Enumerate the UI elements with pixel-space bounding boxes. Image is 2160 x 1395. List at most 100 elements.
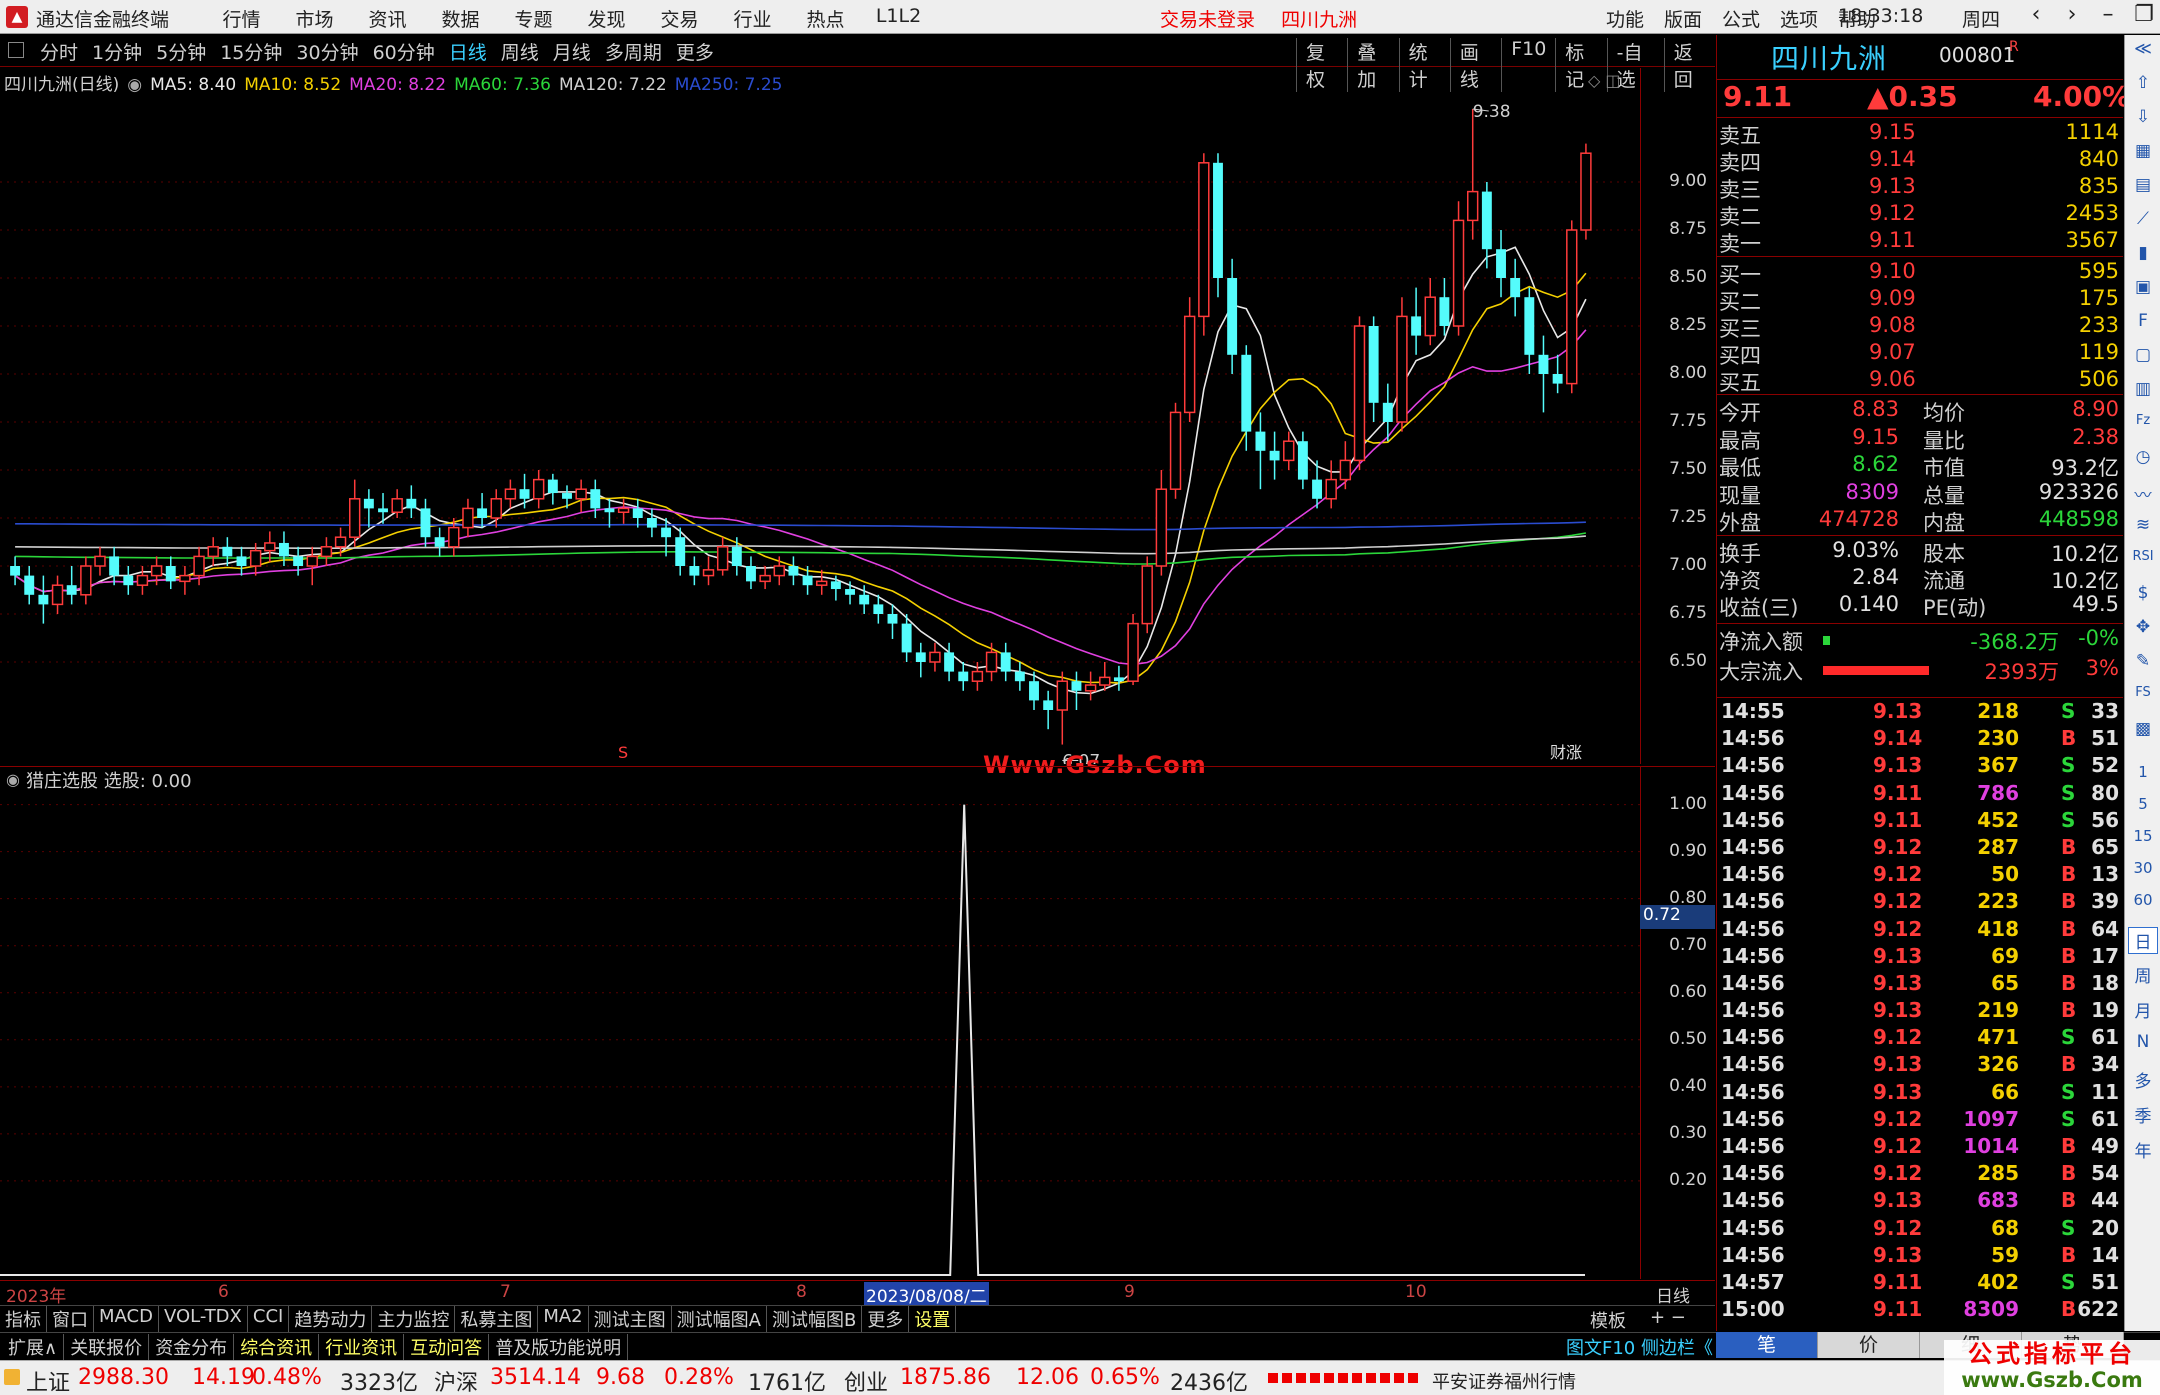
indicator-panel[interactable]: ◉ 猎庄选股 选股: 0.00 1.00 0.90 0.80 0.70 0.60 0.50… [0,766,1715,1279]
forward-icon[interactable]: › [2054,2,2090,27]
order-level[interactable]: 买二 9.09 175 [1717,286,2123,314]
period-tab[interactable]: 月线 [553,38,591,65]
rsi-icon[interactable]: RSI [2128,549,2158,564]
period-tab[interactable]: 30分钟 [296,38,358,65]
extension-item[interactable]: 资金分布 [149,1334,235,1360]
index-name[interactable]: 沪深 [434,1365,478,1395]
extension-item[interactable]: 互动问答 [404,1334,490,1360]
quote-bottom-tab[interactable]: 笔 [1716,1332,1818,1358]
minute-period-button[interactable]: 30 [2128,859,2158,877]
collapse-arrow-icon[interactable]: ≪ [2128,39,2158,59]
period-tab[interactable]: 更多 [676,38,714,65]
dollar-icon[interactable]: $ [2128,583,2158,603]
report-icon[interactable]: ▣ [2128,277,2158,297]
chart2-icon[interactable]: ▩ [2128,719,2158,739]
zoom-buttons[interactable]: + − [1650,1307,1686,1328]
quote-bottom-tab[interactable]: 价 [1818,1332,1920,1358]
period-shortcut-button[interactable]: 周 [2128,962,2158,987]
period-shortcut-button[interactable]: 月 [2128,997,2158,1022]
menu-item[interactable]: 专题 [497,5,570,32]
period-tab[interactable]: 分时 [40,38,78,65]
indicator-toggle-icon[interactable]: ◉ [6,770,20,789]
table-icon[interactable]: ▦ [2128,141,2158,161]
news-icon[interactable]: ▢ [2128,345,2158,365]
f10-sidebar-toggle[interactable]: 图文F10 侧边栏《 [1566,1334,1713,1360]
order-level[interactable]: 买四 9.07 119 [1717,340,2123,368]
indicator-tab[interactable]: 主力监控 [372,1305,456,1332]
index-name[interactable]: 上证 [26,1365,70,1395]
indicator-tab[interactable]: CCI [248,1305,290,1332]
order-level[interactable]: 卖二 9.12 2453 [1717,201,2123,229]
extension-item[interactable]: 关联报价 [64,1334,150,1360]
menu-item[interactable]: L1L2 [862,5,935,32]
minute-period-button[interactable]: 60 [2128,891,2158,909]
menu-item[interactable]: 发现 [570,5,643,32]
period-tab[interactable]: 60分钟 [373,38,435,65]
wave-icon[interactable]: ≋ [2128,515,2158,535]
period-shortcut-button[interactable]: 年 [2128,1137,2158,1162]
kline-panel[interactable]: 9.38 6.07 S 财涨 ◇ ◫ 四川九洲(日线) ◉ MA5: 8.40 MA10: 8… [0,68,1715,779]
kline-chart[interactable]: 9.386.07S 财涨◇ ◫ [0,68,1640,764]
order-level[interactable]: 卖五 9.15 1114 [1717,120,2123,148]
system-menu-item[interactable]: 版面 [1654,5,1712,32]
index-name[interactable]: 创业 [844,1365,888,1395]
extension-item[interactable]: 行业资讯 [319,1334,405,1360]
indicator-tab[interactable]: 测试幅图A [672,1305,767,1332]
signal-icon[interactable]: 〰 [2128,481,2158,506]
restore-icon[interactable]: ❐ [2126,2,2160,27]
down-arrow-icon[interactable]: ⇩ [2128,107,2158,127]
indicator-tab[interactable]: 测试幅图B [767,1305,863,1332]
indicator-chart[interactable]: ◉ [0,767,1640,1279]
extension-item[interactable]: 扩展∧ [2,1334,65,1360]
period-tab[interactable]: 15分钟 [220,38,282,65]
fs-icon[interactable]: FS [2128,685,2158,700]
extension-item[interactable]: 普及版功能说明 [489,1334,629,1360]
line-chart-icon[interactable]: ⟋ [2128,209,2158,229]
period-shortcut-button[interactable]: 季 [2128,1102,2158,1127]
news-marker[interactable]: 财涨 [1550,743,1582,762]
system-menu-item[interactable]: 选项 [1770,5,1828,32]
menu-item[interactable]: 行业 [716,5,789,32]
period-tab[interactable]: 5分钟 [156,38,206,65]
period-tab[interactable]: 日线 [449,38,487,65]
legend-toggle-icon[interactable]: ◉ [127,75,142,95]
grid-icon[interactable]: ▤ [2128,175,2158,195]
panel-options-icon[interactable]: ◇ ◫ [1588,71,1621,90]
indicator-tab[interactable]: 窗口 [47,1305,94,1332]
order-level[interactable]: 买五 9.06 506 [1717,367,2123,395]
login-status[interactable]: 交易未登录 [1160,9,1255,31]
system-menu-item[interactable]: 功能 [1596,5,1654,32]
move-icon[interactable]: ✥ [2128,617,2158,637]
f10-icon[interactable]: F [2128,311,2158,331]
indicator-tab[interactable]: MA2 [538,1305,589,1332]
menu-item[interactable]: 热点 [789,5,862,32]
period-tab[interactable]: 多周期 [605,38,662,65]
up-arrow-icon[interactable]: ⇧ [2128,73,2158,93]
system-menu-item[interactable]: 公式 [1712,5,1770,32]
indicator-tab[interactable]: 设置 [909,1305,957,1332]
order-level[interactable]: 卖四 9.14 840 [1717,147,2123,175]
period-shortcut-button[interactable]: 多 [2128,1067,2158,1092]
indicator-tab[interactable]: 测试主图 [589,1305,672,1332]
menu-item[interactable]: 资讯 [351,5,424,32]
minimize-icon[interactable]: – [2090,2,2126,27]
layout-toggle-icon[interactable] [8,42,24,58]
fz-icon[interactable]: Fz [2128,413,2158,428]
order-level[interactable]: 卖三 9.13 835 [1717,174,2123,202]
period-shortcut-button[interactable]: 日 [2128,927,2158,954]
back-icon[interactable]: ‹ [2018,2,2054,27]
extension-item[interactable]: 综合资讯 [234,1334,320,1360]
tick-list[interactable]: 14:55 9.13 218 S 33 14:56 9.14 230 B 51 14:56 9.13 3… [1717,699,2123,1324]
order-level[interactable]: 买三 9.08 233 [1717,313,2123,341]
order-level[interactable]: 买一 9.10 595 [1717,259,2123,287]
menu-item[interactable]: 市场 [278,5,351,32]
period-shortcut-button[interactable]: N [2128,1032,2158,1052]
indicator-tab[interactable]: MACD [94,1305,159,1332]
period-tab[interactable]: 1分钟 [92,38,142,65]
indicator-tab[interactable]: 更多 [862,1305,910,1332]
minute-period-button[interactable]: 5 [2128,795,2158,813]
indicator-tab[interactable]: 私募主图 [455,1305,539,1332]
pencil-icon[interactable]: ✎ [2128,651,2158,671]
indicator-tab[interactable]: 指标 [0,1305,47,1332]
clock-icon[interactable]: ◷ [2128,447,2158,467]
